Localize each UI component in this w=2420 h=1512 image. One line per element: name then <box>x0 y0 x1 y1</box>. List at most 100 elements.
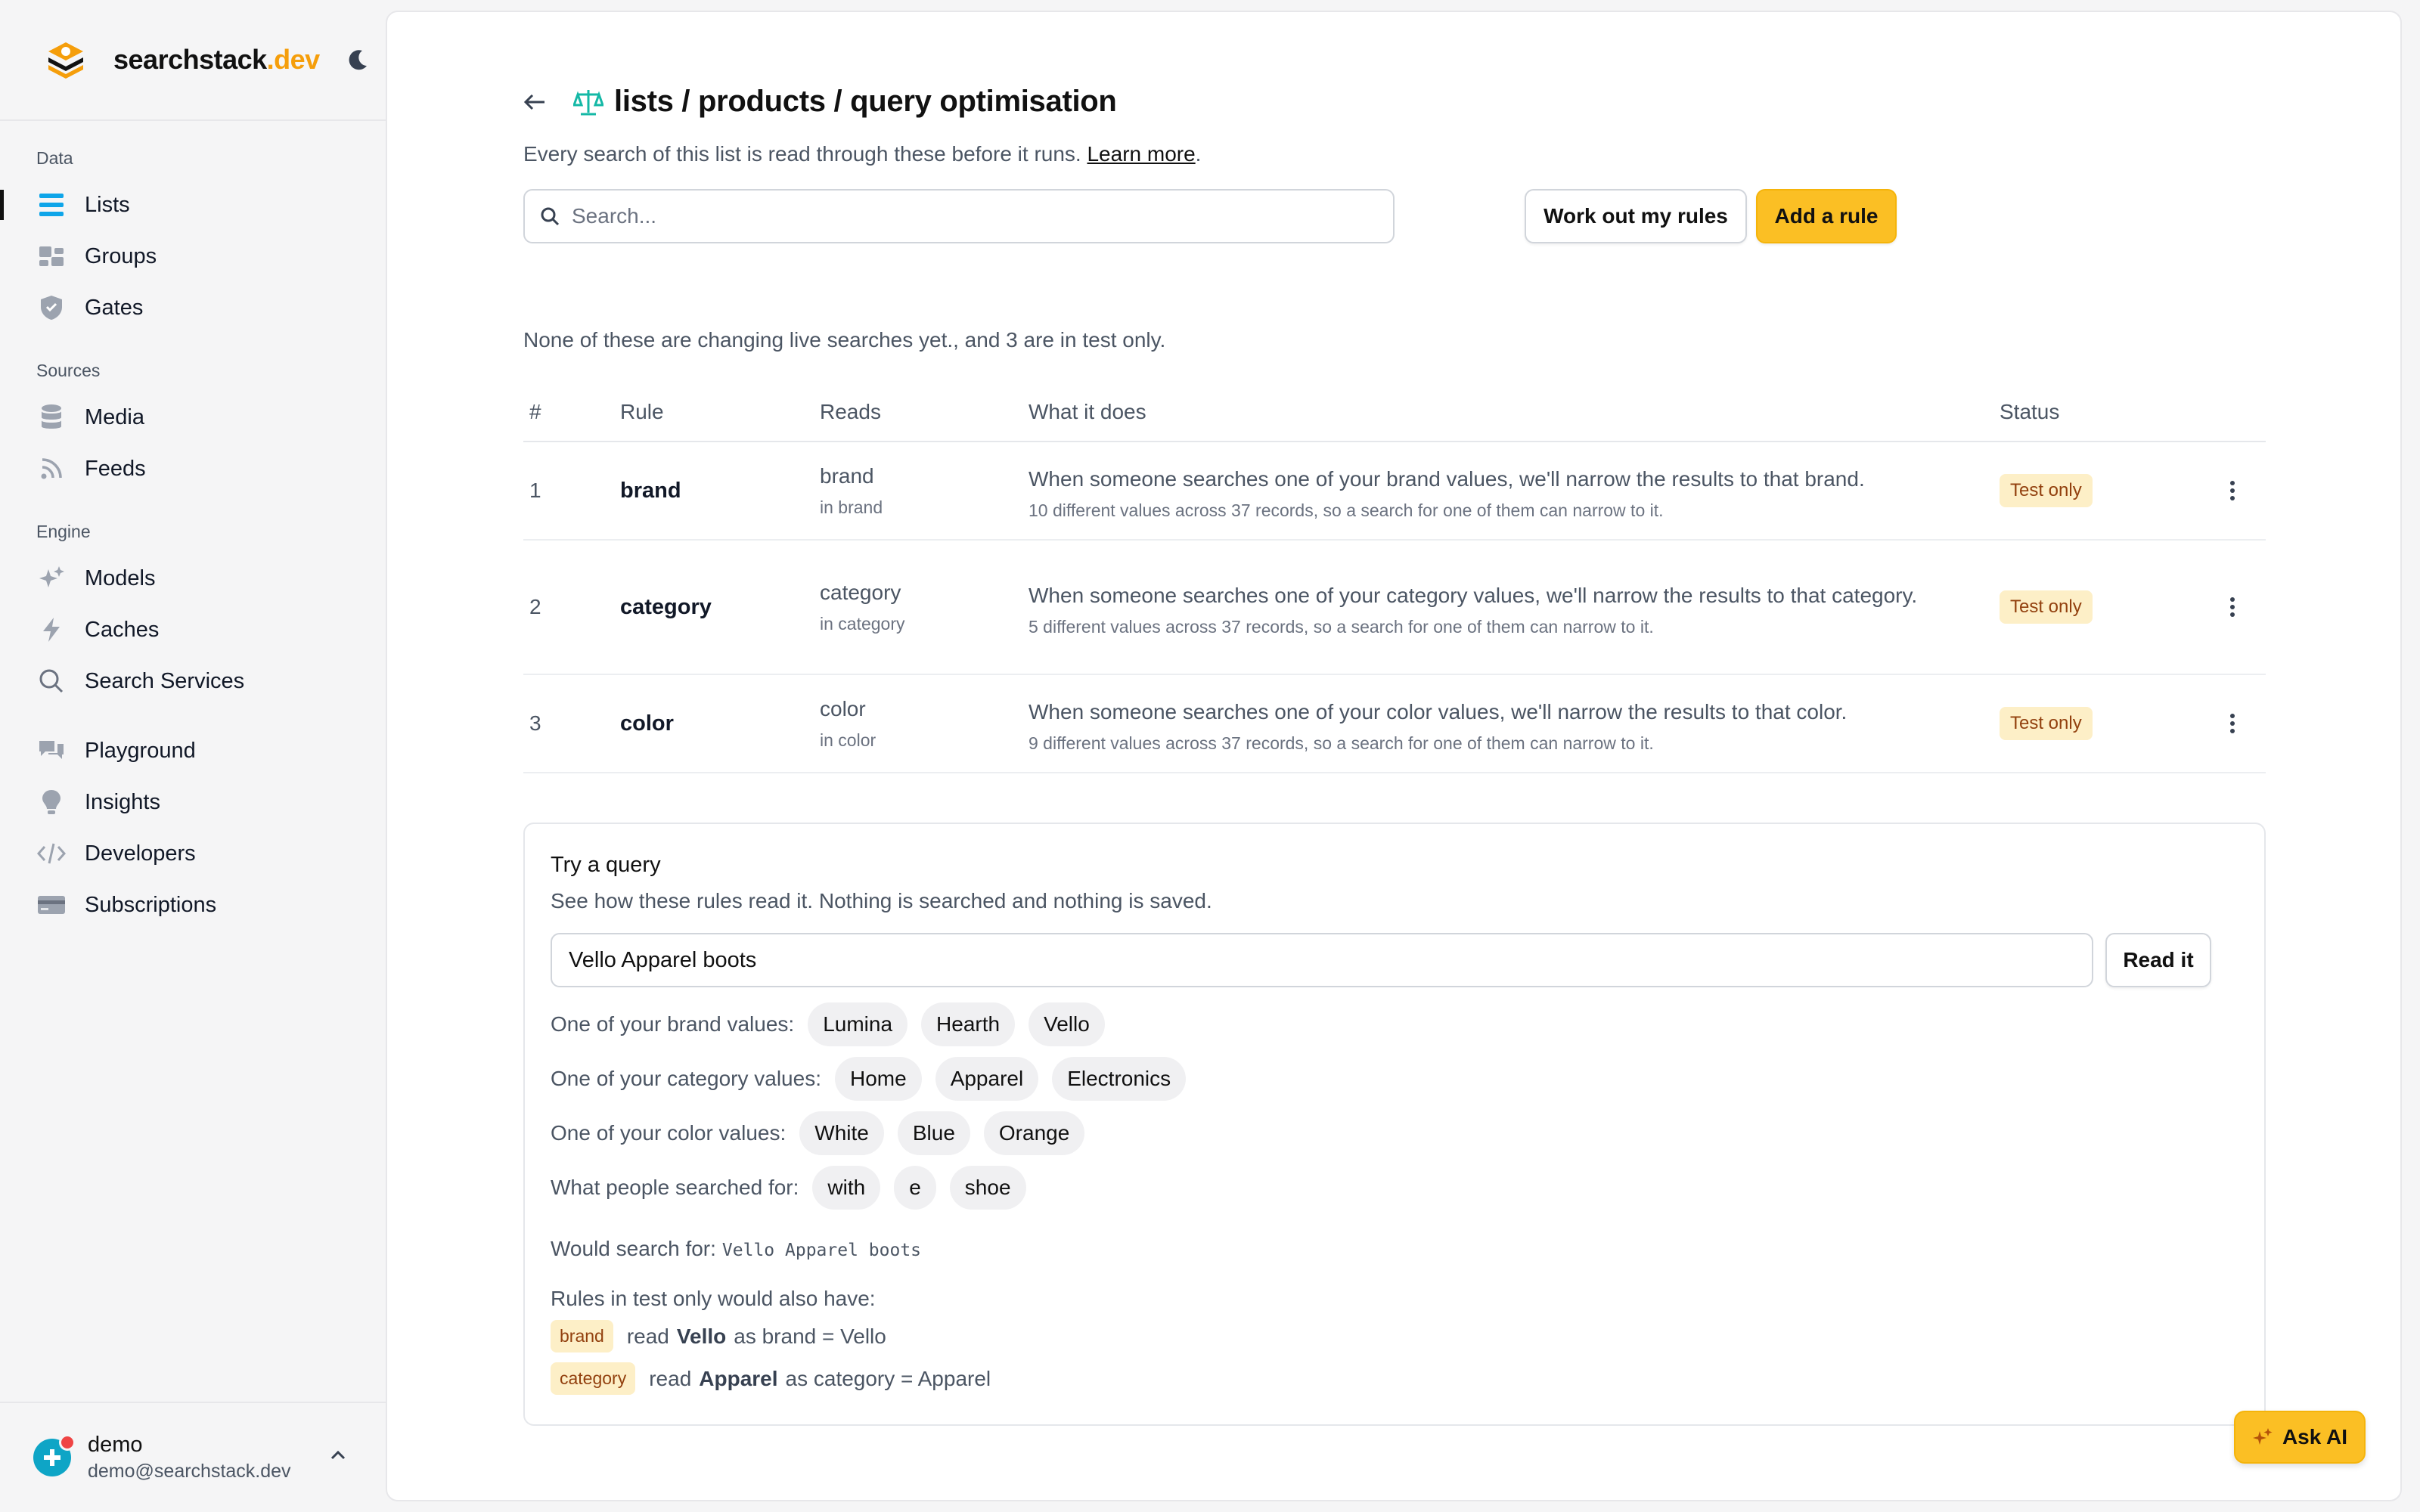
rule-description: When someone searches one of your color … <box>1028 699 1848 723</box>
sparkles-icon <box>2252 1428 2273 1445</box>
header-rule: Rule <box>620 383 820 442</box>
sidebar-item-feeds[interactable]: Feeds <box>36 443 386 494</box>
sidebar-item-label: Insights <box>85 789 160 814</box>
value-chip[interactable]: Hearth <box>921 1002 1016 1046</box>
value-chip[interactable]: Blue <box>897 1111 970 1155</box>
moon-icon[interactable] <box>346 48 370 72</box>
status-badge: Test only <box>2000 707 2093 740</box>
table-row[interactable]: 2 category category in category When some… <box>523 540 2266 675</box>
sidebar-item-label: Models <box>85 565 156 590</box>
rules-summary: None of these are changing live searches… <box>523 328 1166 352</box>
value-chip[interactable]: White <box>799 1111 884 1155</box>
lightbulb-icon <box>36 787 67 817</box>
rule-name[interactable]: color <box>620 674 820 773</box>
header-num: # <box>523 383 620 442</box>
user-name: demo <box>88 1433 143 1457</box>
more-options-icon[interactable] <box>2219 480 2266 501</box>
rule-name[interactable]: category <box>620 540 820 675</box>
value-chip[interactable]: Orange <box>983 1111 1085 1155</box>
main-panel: lists / products / query optimisation Ev… <box>386 11 2402 1501</box>
sidebar-item-lists[interactable]: Lists <box>0 179 386 231</box>
test-only-row: category read Apparel as category = Appare… <box>551 1362 991 1395</box>
table-row[interactable]: 1 brand brand in brand When someone searc… <box>523 442 2266 541</box>
sidebar-item-developers[interactable]: Developers <box>36 828 386 879</box>
sidebar-item-label: Media <box>85 404 144 429</box>
header-reads: Reads <box>820 383 1028 442</box>
try-query-panel: Try a query See how these rules read it.… <box>523 823 2266 1426</box>
rule-detail: 9 different values across 37 records, so… <box>1028 733 1654 753</box>
chevron-up-icon[interactable] <box>330 1450 346 1461</box>
more-options-icon[interactable] <box>2219 596 2266 618</box>
searched-for-row: What people searched for: with e shoe <box>551 1166 1040 1210</box>
value-chip[interactable]: Vello <box>1028 1002 1105 1046</box>
ask-ai-label: Ask AI <box>2282 1425 2348 1448</box>
sidebar-item-caches[interactable]: Caches <box>36 604 386 655</box>
rule-description: When someone searches one of your catego… <box>1028 583 1918 607</box>
sidebar-item-label: Search Services <box>85 668 245 693</box>
test-only-heading: Rules in test only would also have: <box>551 1287 876 1310</box>
header-what: What it does <box>1028 383 2000 442</box>
sidebar-item-search-services[interactable]: Search Services <box>36 655 386 707</box>
sidebar-item-insights[interactable]: Insights <box>36 776 386 828</box>
bolt-icon <box>36 615 67 645</box>
add-rule-button[interactable]: Add a rule <box>1756 189 1897 243</box>
ask-ai-button[interactable]: Ask AI <box>2234 1411 2366 1464</box>
rule-name[interactable]: brand <box>620 442 820 541</box>
value-chip[interactable]: Apparel <box>935 1057 1039 1101</box>
sidebar-item-groups[interactable]: Groups <box>36 231 386 282</box>
status-badge: Test only <box>2000 590 2093 624</box>
query-input[interactable] <box>551 933 2093 987</box>
try-query-title: Try a query <box>551 853 661 877</box>
value-chip[interactable]: Home <box>834 1057 922 1101</box>
value-chip[interactable]: Electronics <box>1052 1057 1187 1101</box>
brand-values-row: One of your brand values: Lumina Hearth … <box>551 1002 1118 1046</box>
read-it-button[interactable]: Read it <box>2105 933 2211 987</box>
learn-more-link[interactable]: Learn more <box>1087 142 1195 166</box>
nav-heading: Sources <box>36 361 101 380</box>
rules-search[interactable] <box>523 189 1395 243</box>
would-search-value: Vello Apparel boots <box>721 1241 922 1260</box>
value-chip[interactable]: with <box>812 1166 881 1210</box>
nav-heading: Engine <box>36 522 91 541</box>
list-icon <box>36 190 67 220</box>
row-label: One of your color values: <box>551 1121 786 1145</box>
sidebar-item-gates[interactable]: Gates <box>36 282 386 333</box>
rule-number: 2 <box>523 540 620 675</box>
color-values-row: One of your color values: White Blue Ora… <box>551 1111 1098 1155</box>
more-options-icon[interactable] <box>2219 713 2266 734</box>
rule-detail: 5 different values across 37 records, so… <box>1028 616 1654 637</box>
rule-tag: category <box>551 1362 636 1395</box>
table-row[interactable]: 3 color color in color When someone searc… <box>523 674 2266 773</box>
sidebar-item-label: Developers <box>85 841 196 866</box>
search-input[interactable] <box>572 204 1328 228</box>
sidebar-item-playground[interactable]: Playground <box>36 725 386 776</box>
nav-section-data: Data Lists Groups Gates <box>0 148 386 333</box>
work-out-rules-button[interactable]: Work out my rules <box>1525 189 1747 243</box>
brand-name[interactable]: searchstack.dev <box>113 44 320 76</box>
logo-icon <box>48 42 83 79</box>
try-query-description: See how these rules read it. Nothing is … <box>551 889 1212 912</box>
database-icon <box>36 402 67 432</box>
rule-description: When someone searches one of your brand … <box>1028 466 1865 491</box>
value-chip[interactable]: Lumina <box>808 1002 908 1046</box>
sidebar-item-label: Subscriptions <box>85 892 217 917</box>
back-arrow-icon[interactable] <box>523 87 554 117</box>
value-chip[interactable]: shoe <box>949 1166 1026 1210</box>
card-icon <box>36 890 67 920</box>
search-icon <box>36 666 67 696</box>
sidebar: searchstack.dev Data Lists Groups Gates … <box>0 0 386 1512</box>
sparkles-icon <box>36 563 67 593</box>
sidebar-item-media[interactable]: Media <box>36 392 386 443</box>
scale-icon <box>573 89 603 115</box>
value-chip[interactable]: e <box>894 1166 936 1210</box>
sidebar-item-label: Lists <box>85 192 130 217</box>
rule-number: 1 <box>523 442 620 541</box>
sidebar-item-subscriptions[interactable]: Subscriptions <box>36 879 386 931</box>
row-label: What people searched for: <box>551 1176 799 1199</box>
category-values-row: One of your category values: Home Appare… <box>551 1057 1199 1101</box>
rules-table: # Rule Reads What it does Status 1 brand… <box>523 383 2266 773</box>
sidebar-item-models[interactable]: Models <box>36 553 386 604</box>
shield-icon <box>36 293 67 323</box>
user-menu[interactable]: demo demo@searchstack.dev <box>0 1402 386 1512</box>
reads-source: in category <box>820 613 905 634</box>
